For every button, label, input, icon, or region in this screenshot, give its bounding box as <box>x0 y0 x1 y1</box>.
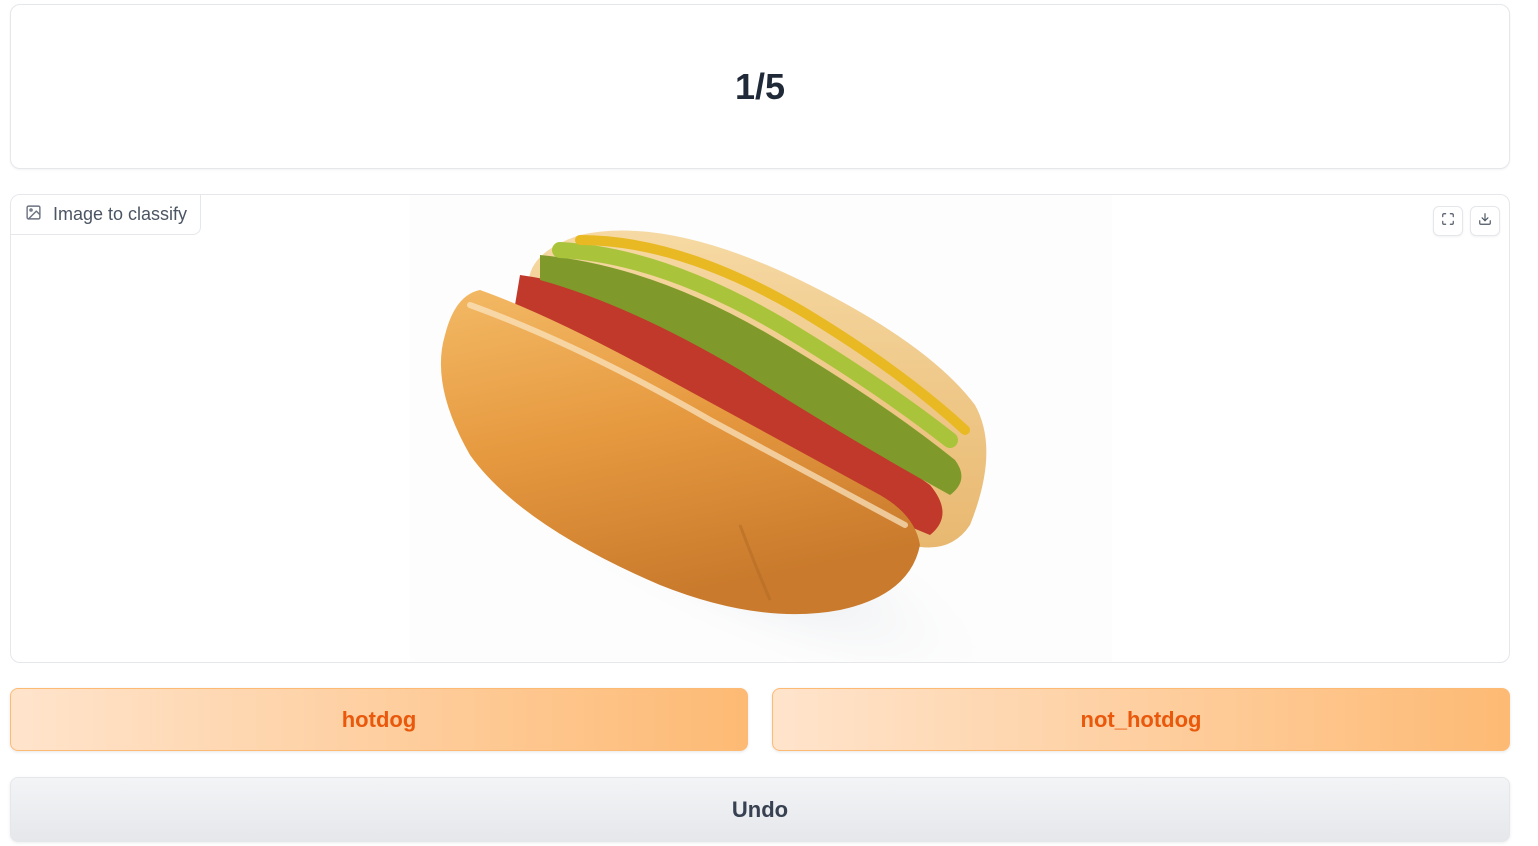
hotdog-photo <box>410 195 1112 662</box>
image-icon <box>25 204 42 226</box>
app-root: 1/5 Image to classify hotdog not_hotdog … <box>0 0 1538 846</box>
download-icon <box>1478 212 1492 231</box>
image-panel-label-text: Image to classify <box>53 204 188 224</box>
download-button[interactable] <box>1470 206 1500 236</box>
fullscreen-button[interactable] <box>1433 206 1463 236</box>
progress-panel: 1/5 <box>10 4 1510 169</box>
image-panel-label: Image to classify <box>11 195 202 235</box>
undo-button[interactable]: Undo <box>10 777 1510 842</box>
image-panel: Image to classify <box>10 194 1510 663</box>
fullscreen-icon <box>1441 212 1455 231</box>
progress-counter: 1/5 <box>734 65 786 107</box>
hotdog-button[interactable]: hotdog <box>10 688 748 751</box>
not-hotdog-button[interactable]: not_hotdog <box>772 688 1510 751</box>
